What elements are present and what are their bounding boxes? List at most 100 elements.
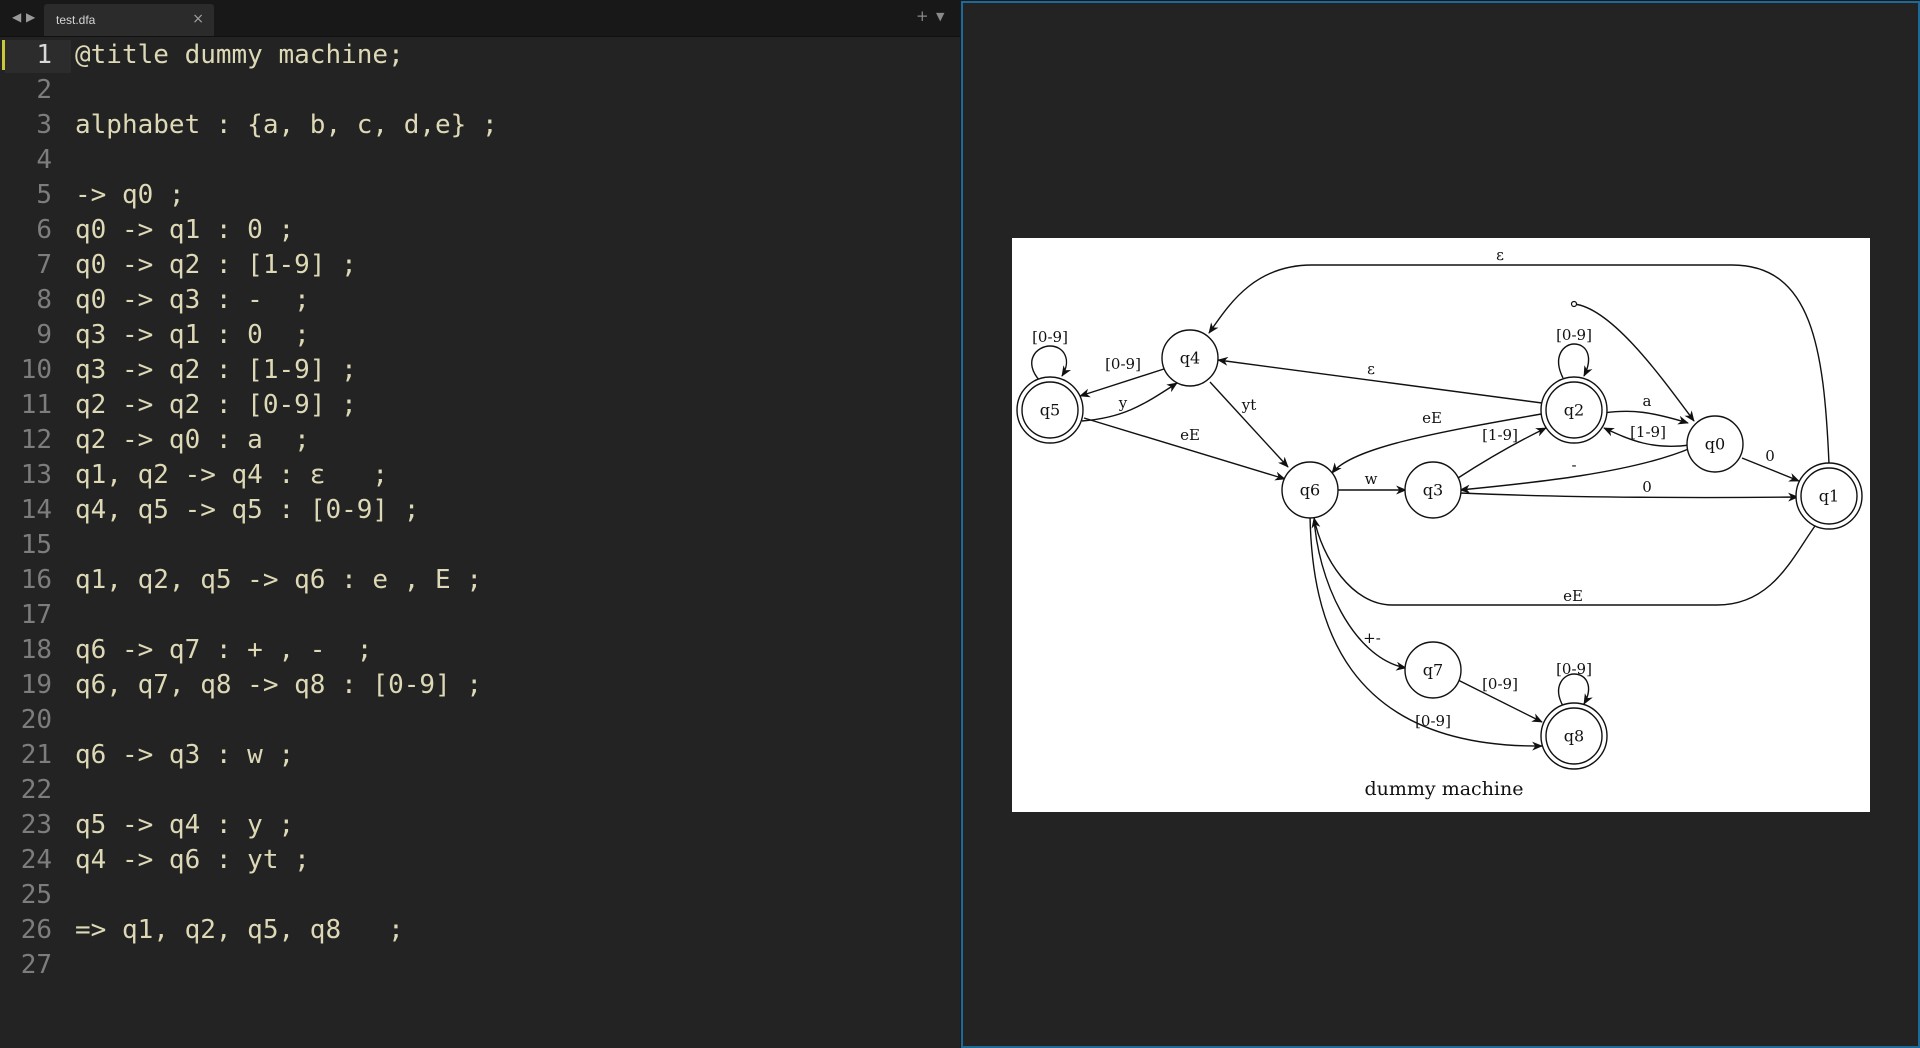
edge-label-q1-q4: ε xyxy=(1496,246,1504,264)
edge-q2-q4 xyxy=(1217,356,1543,404)
state-label-q0: q0 xyxy=(1705,435,1725,454)
code-line[interactable]: 17 xyxy=(0,598,958,633)
line-number: 16 xyxy=(20,565,52,595)
diagram-title: dummy machine xyxy=(1365,778,1524,800)
code-line[interactable]: 19 q6, q7, q8 -> q8 : [0-9] ; xyxy=(0,668,958,703)
code-text: q4 -> q6 : yt ; xyxy=(75,845,310,875)
edge-label-q0-q1: 0 xyxy=(1765,447,1775,465)
line-number: 9 xyxy=(36,320,52,350)
state-label-q8: q8 xyxy=(1564,727,1584,746)
code-text: alphabet : {a, b, c, d,e} ; xyxy=(75,110,498,140)
code-line[interactable]: 11 q2 -> q2 : [0-9] ; xyxy=(0,388,958,423)
tab-test-dfa[interactable]: test.dfa × xyxy=(44,4,214,36)
code-line[interactable]: 3 alphabet : {a, b, c, d,e} ; xyxy=(0,108,958,143)
nav-forward-icon[interactable]: ▶ xyxy=(26,11,35,23)
edge-label-q0-q2: [1-9] xyxy=(1630,423,1666,441)
code-text: q0 -> q3 : - ; xyxy=(75,285,310,315)
line-number: 5 xyxy=(36,180,52,210)
edge-q2-self xyxy=(1557,343,1593,379)
line-number: 2 xyxy=(36,75,52,105)
line-number: 11 xyxy=(20,390,52,420)
add-tab-icon[interactable]: + xyxy=(916,9,929,24)
code-line[interactable]: 24 q4 -> q6 : yt ; xyxy=(0,843,958,878)
edge-label-q4-q5: [0-9] xyxy=(1105,355,1141,373)
line-number: 13 xyxy=(20,460,52,490)
code-line[interactable]: 7 q0 -> q2 : [1-9] ; xyxy=(0,248,958,283)
code-line[interactable]: 5 -> q0 ; xyxy=(0,178,958,213)
code-editor[interactable]: 1 @title dummy machine; 2 3 alphabet : {a, b… xyxy=(0,36,958,1048)
edge-label-q5-self: [0-9] xyxy=(1032,328,1068,346)
edge-q6-q7 xyxy=(1313,515,1407,671)
code-text: q0 -> q2 : [1-9] ; xyxy=(75,250,357,280)
code-line[interactable]: 8 q0 -> q3 : - ; xyxy=(0,283,958,318)
editor-pane: ◀ ▶ test.dfa × + ▼ 1 @title dummy machine… xyxy=(0,0,960,1048)
code-line[interactable]: 2 xyxy=(0,73,958,108)
tab-close-icon[interactable]: × xyxy=(192,12,204,26)
edge-label-q5-q4: y xyxy=(1118,394,1128,412)
code-line[interactable]: 4 xyxy=(0,143,958,178)
code-text: @title dummy machine; xyxy=(75,40,404,70)
code-line[interactable]: 23 q5 -> q4 : y ; xyxy=(0,808,958,843)
line-number: 6 xyxy=(36,215,52,245)
dfa-diagram: q5 q4 q2 q0 q1 q6 q3 q7 q8 ε [0-9] [0-9]… xyxy=(1012,238,1870,812)
edge-label-q2-q6: eE xyxy=(1422,409,1442,427)
nav-back-icon[interactable]: ◀ xyxy=(12,11,21,23)
state-label-q2: q2 xyxy=(1564,401,1584,420)
code-line[interactable]: 12 q2 -> q0 : a ; xyxy=(0,423,958,458)
state-label-q1: q1 xyxy=(1819,487,1839,506)
line-number: 4 xyxy=(36,145,52,175)
edge-q5-q4 xyxy=(1081,382,1178,422)
edge-label-q2-q4: ε xyxy=(1367,360,1375,378)
edge-q8-self xyxy=(1557,673,1593,707)
edge-q3-q1 xyxy=(1459,492,1799,502)
preview-pane: q5 q4 q2 q0 q1 q6 q3 q7 q8 ε [0-9] [0-9]… xyxy=(961,1,1920,1048)
tab-menu-icon[interactable]: ▼ xyxy=(936,11,944,22)
line-number: 12 xyxy=(20,425,52,455)
code-line[interactable]: 21 q6 -> q3 : w ; xyxy=(0,738,958,773)
code-line[interactable]: 13 q1, q2 -> q4 : ε ; xyxy=(0,458,958,493)
code-text: q5 -> q4 : y ; xyxy=(75,810,295,840)
edge-label-q6-q8: [0-9] xyxy=(1415,712,1451,730)
line-number: 25 xyxy=(20,880,52,910)
edge-label-q2-q0: a xyxy=(1643,392,1652,410)
line-number: 14 xyxy=(20,495,52,525)
edge-label-q8-self: [0-9] xyxy=(1556,660,1592,678)
code-text: q3 -> q1 : 0 ; xyxy=(75,320,310,350)
code-text: q3 -> q2 : [1-9] ; xyxy=(75,355,357,385)
code-text: q6 -> q7 : + , - ; xyxy=(75,635,373,665)
tab-title: test.dfa xyxy=(56,13,96,27)
code-line[interactable]: 15 xyxy=(0,528,958,563)
code-text: q2 -> q2 : [0-9] ; xyxy=(75,390,357,420)
edge-label-q4-q6: yt xyxy=(1241,396,1257,414)
line-number: 19 xyxy=(20,670,52,700)
code-line[interactable]: 20 xyxy=(0,703,958,738)
code-line[interactable]: 18 q6 -> q7 : + , - ; xyxy=(0,633,958,668)
state-label-q3: q3 xyxy=(1423,481,1443,500)
line-number: 7 xyxy=(36,250,52,280)
line-number: 15 xyxy=(20,530,52,560)
code-line[interactable]: 26 => q1, q2, q5, q8 ; xyxy=(0,913,958,948)
edge-label-q6-q3: w xyxy=(1365,470,1378,488)
code-line[interactable]: 14 q4, q5 -> q5 : [0-9] ; xyxy=(0,493,958,528)
code-text: q6, q7, q8 -> q8 : [0-9] ; xyxy=(75,670,482,700)
edge-label-q0-q3: - xyxy=(1571,456,1576,474)
code-line[interactable]: 9 q3 -> q1 : 0 ; xyxy=(0,318,958,353)
edge-q4-q6 xyxy=(1209,381,1289,468)
line-number: 26 xyxy=(20,915,52,945)
code-line[interactable]: 6 q0 -> q1 : 0 ; xyxy=(0,213,958,248)
code-line[interactable]: 22 xyxy=(0,773,958,808)
code-text: q4, q5 -> q5 : [0-9] ; xyxy=(75,495,420,525)
code-line[interactable]: 27 xyxy=(0,948,958,983)
code-line[interactable]: 16 q1, q2, q5 -> q6 : e , E ; xyxy=(0,563,958,598)
edge-label-q7-q8: [0-9] xyxy=(1482,675,1518,693)
edge-q5-self xyxy=(1031,345,1072,382)
edge-label-q2-self: [0-9] xyxy=(1556,326,1592,344)
code-line[interactable]: 25 xyxy=(0,878,958,913)
code-line[interactable]: 10 q3 -> q2 : [1-9] ; xyxy=(0,353,958,388)
edge-label-q1-q6: eE xyxy=(1563,587,1583,605)
edge-label-q6-q7: +- xyxy=(1363,629,1381,647)
code-line[interactable]: 1 @title dummy machine; xyxy=(0,38,958,73)
code-text: -> q0 ; xyxy=(75,180,185,210)
line-number: 20 xyxy=(20,705,52,735)
edge-label-q5-q6: eE xyxy=(1180,426,1200,444)
